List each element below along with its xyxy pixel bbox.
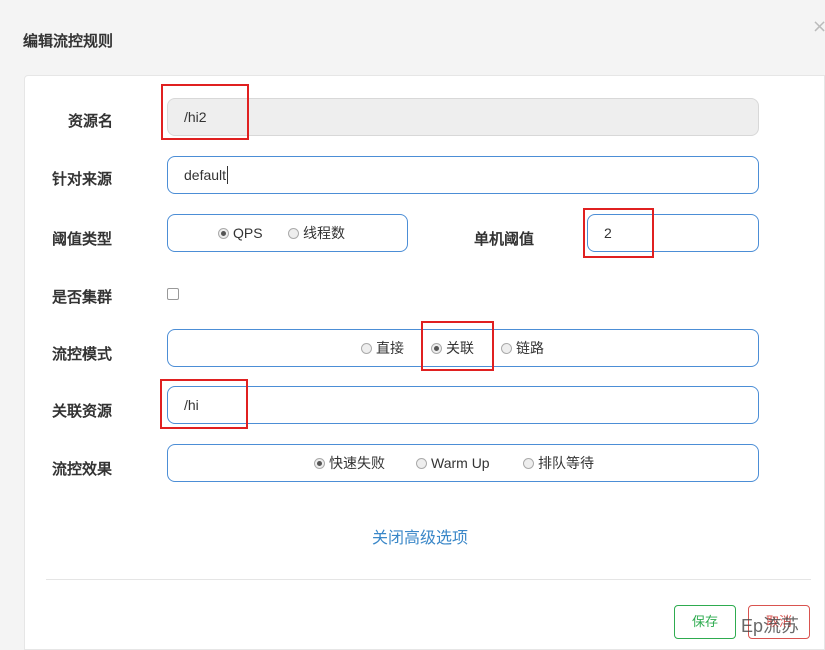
- behavior-radio-group: 快速失败 Warm Up 排队等待: [167, 444, 759, 482]
- highlight-box-count: [583, 208, 654, 258]
- highlight-box-ref-resource: [160, 379, 248, 429]
- strategy-option-direct[interactable]: 直接: [361, 330, 404, 366]
- grade-option-qps[interactable]: QPS: [218, 215, 263, 251]
- highlight-box-strategy: [421, 321, 494, 371]
- resource-input: /hi2: [167, 98, 759, 136]
- highlight-box-resource: [161, 84, 249, 140]
- edit-flow-rule-modal: 编辑流控规则 × 资源名 /hi2 针对来源 default 阈值类型 QPS …: [0, 0, 825, 650]
- count-label: 单机阈值: [474, 231, 535, 248]
- limit-app-value: default: [184, 167, 227, 183]
- close-icon[interactable]: ×: [812, 16, 825, 37]
- cluster-checkbox[interactable]: [167, 288, 179, 300]
- grade-option-label: QPS: [233, 225, 263, 241]
- footer-divider: [46, 579, 811, 580]
- ref-resource-label: 关联资源: [52, 403, 113, 420]
- text-cursor: [227, 166, 229, 184]
- behavior-option-fast-fail[interactable]: 快速失败: [314, 445, 385, 481]
- modal-header: 编辑流控规则 ×: [0, 0, 825, 75]
- radio-unchecked-icon[interactable]: [416, 458, 427, 469]
- save-button[interactable]: 保存: [674, 605, 736, 639]
- behavior-option-warm-up[interactable]: Warm Up: [416, 445, 490, 481]
- behavior-option-queue[interactable]: 排队等待: [523, 445, 594, 481]
- modal-title: 编辑流控规则: [23, 33, 114, 50]
- strategy-option-label: 直接: [376, 340, 404, 356]
- behavior-option-label: 快速失败: [329, 455, 385, 471]
- strategy-label: 流控模式: [52, 346, 113, 363]
- grade-option-thread[interactable]: 线程数: [288, 215, 345, 251]
- cluster-label: 是否集群: [52, 289, 113, 306]
- radio-checked-icon[interactable]: [314, 458, 325, 469]
- ref-resource-input[interactable]: /hi: [167, 386, 759, 424]
- limit-app-label: 针对来源: [52, 171, 113, 188]
- strategy-option-label: 链路: [516, 340, 544, 356]
- behavior-option-label: Warm Up: [431, 455, 490, 471]
- radio-unchecked-icon[interactable]: [288, 228, 299, 239]
- behavior-label: 流控效果: [52, 461, 113, 478]
- resource-label: 资源名: [68, 113, 114, 130]
- limit-app-input[interactable]: default: [167, 156, 759, 194]
- strategy-option-chain[interactable]: 链路: [501, 330, 544, 366]
- radio-checked-icon[interactable]: [218, 228, 229, 239]
- watermark-text: Ep流苏: [741, 616, 800, 636]
- grade-radio-group: QPS 线程数: [167, 214, 408, 252]
- close-advanced-options-link[interactable]: 关闭高级选项: [372, 524, 468, 548]
- behavior-option-label: 排队等待: [538, 455, 594, 471]
- radio-unchecked-icon[interactable]: [501, 343, 512, 354]
- radio-unchecked-icon[interactable]: [361, 343, 372, 354]
- grade-label: 阈值类型: [52, 231, 113, 248]
- radio-unchecked-icon[interactable]: [523, 458, 534, 469]
- grade-option-label: 线程数: [303, 225, 345, 241]
